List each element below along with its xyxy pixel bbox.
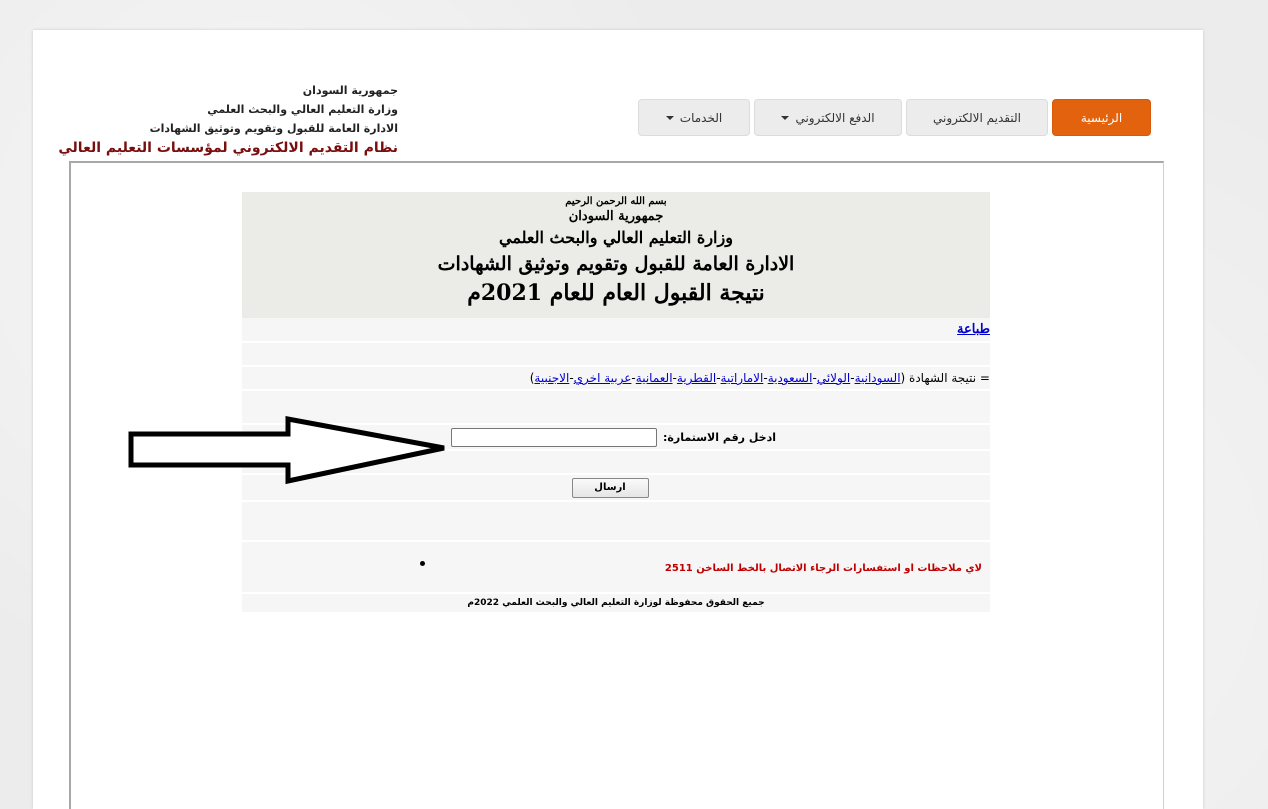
chevron-down-icon [665,115,674,120]
spacer-row [242,502,990,542]
title-country: جمهورية السودان [568,209,664,224]
cert-link-saudi[interactable]: السعودية [768,371,813,385]
certificate-row: = نتيجة الشهادة ( السودانية - الولائي - … [242,367,990,391]
page-title: نتيجة القبول العام للعام 2021م [467,280,765,306]
print-link[interactable]: طباعة [957,322,990,337]
cert-link-other-arab[interactable]: عربية اخري [574,371,632,385]
separator: - [763,371,768,385]
bullet-dot [420,561,425,566]
nav-online-payment[interactable]: الدفع الالكتروني [754,99,902,136]
separator: - [569,371,574,385]
certificate-prefix: = نتيجة الشهادة ( [900,371,990,385]
org-header: جمهورية السودان وزارة التعليم العالي وال… [58,81,398,158]
cert-link-omani[interactable]: العمانية [636,371,673,385]
cert-link-foreign[interactable]: الاجنبية [534,371,569,385]
contact-row: لاي ملاحظات او استفسارات الرجاء الاتصال … [242,542,990,594]
system-name: نظام التقديم الالكتروني لمؤسسات التعليم … [58,140,398,156]
org-department: الادارة العامة للقبول وتقويم وتوثيق الشه… [149,122,398,135]
cert-link-emirati[interactable]: الاماراتية [721,371,764,385]
copyright-text: جميع الحقوق محفوظة لوزارة التعليم العالي… [467,598,765,608]
title-ministry: وزارة التعليم العالي والبحث العلمي [499,228,733,247]
submit-button[interactable]: ارسال [571,477,649,498]
nav-services-label: الخدمات [679,110,723,125]
result-panel: بسم الله الرحمن الرحيم جمهورية السودان و… [242,192,990,614]
spacer-row [242,343,990,367]
nav-services[interactable]: الخدمات [638,99,750,136]
form-number-label: ادخل رقم الاستمارة: [663,430,776,444]
title-department: الادارة العامة للقبول وتقويم وتوثيق الشه… [437,253,795,275]
main-nav: الرئيسية التقديم الالكتروني الدفع الالكت… [638,99,1151,136]
title-box: بسم الله الرحمن الرحيم جمهورية السودان و… [242,192,990,318]
separator: - [716,371,721,385]
nav-online-application[interactable]: التقديم الالكتروني [906,99,1048,136]
chevron-down-icon [781,115,790,120]
separator: - [812,371,817,385]
org-ministry: وزارة التعليم العالي والبحث العلمي [207,103,398,116]
nav-online-application-label: التقديم الالكتروني [933,110,1021,125]
org-country: جمهورية السودان [302,84,398,97]
cert-link-state[interactable]: الولائي [817,371,850,385]
nav-online-payment-label: الدفع الالكتروني [795,110,875,125]
footer-copyright: جميع الحقوق محفوظة لوزارة التعليم العالي… [242,594,990,614]
arrow-right-icon [128,416,445,485]
cert-link-sudanese[interactable]: السودانية [855,371,901,385]
cert-link-qatari[interactable]: القطرية [677,371,716,385]
separator: - [672,371,677,385]
basmala: بسم الله الرحمن الرحيم [565,196,667,207]
print-row: طباعة [242,318,990,343]
separator: - [850,371,855,385]
hotline-notice: لاي ملاحظات او استفسارات الرجاء الاتصال … [664,562,982,574]
nav-home[interactable]: الرئيسية [1052,99,1151,136]
separator: - [631,371,636,385]
nav-home-label: الرئيسية [1080,110,1123,125]
certificate-suffix: ) [529,371,535,385]
form-number-input[interactable] [451,427,658,447]
